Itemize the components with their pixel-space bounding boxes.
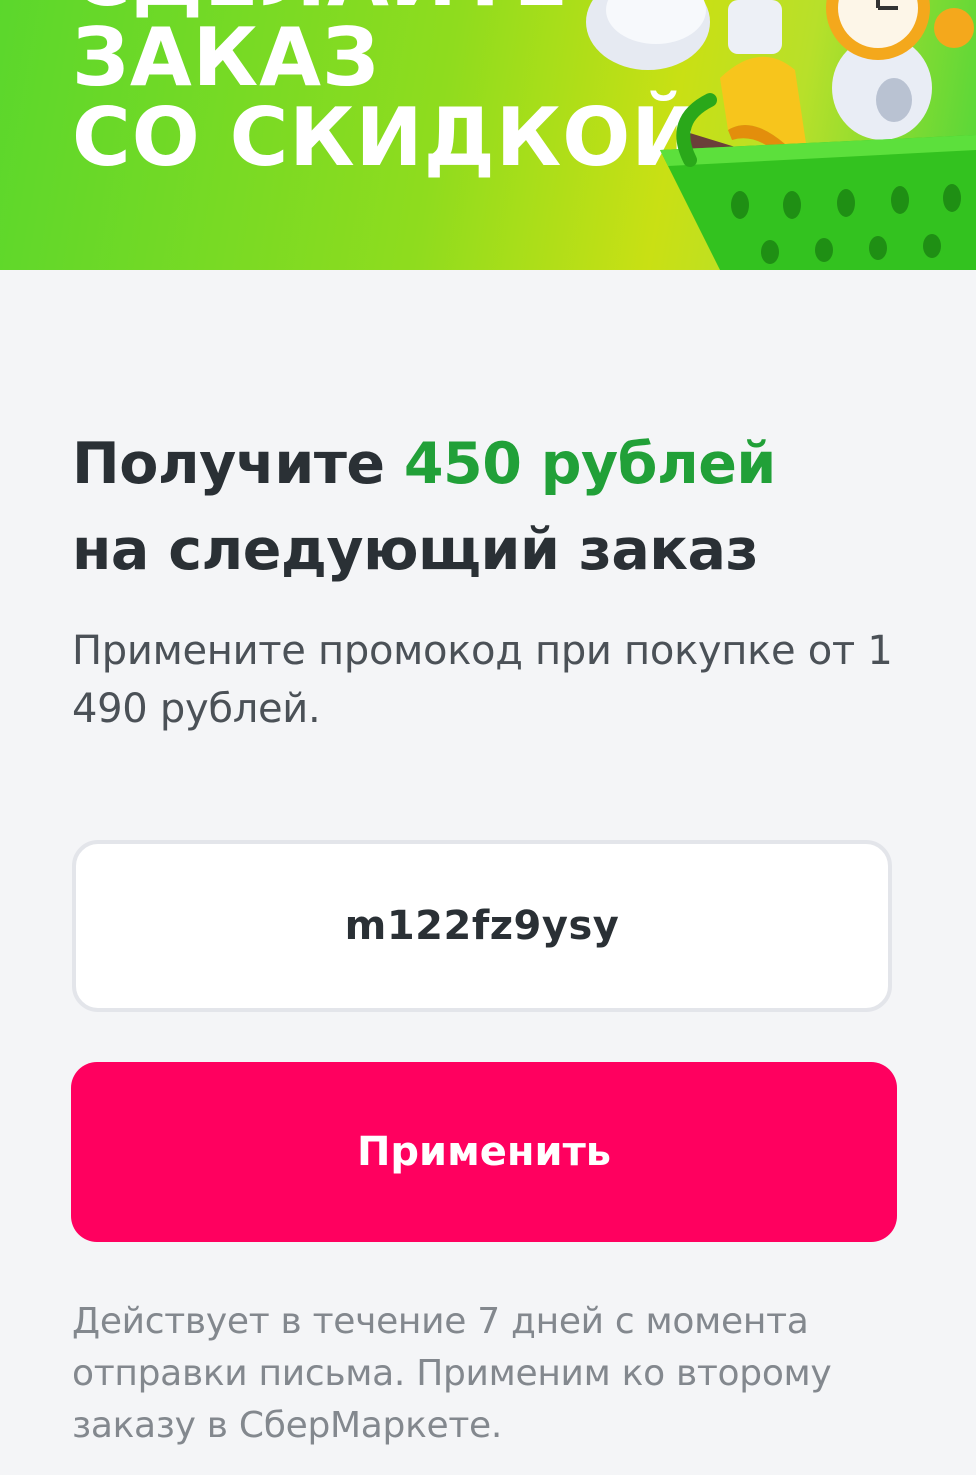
promo-code-field[interactable]: m122fz9ysy bbox=[72, 840, 892, 1012]
headline-suffix: на следующий заказ bbox=[72, 517, 759, 583]
headline-prefix: Получите bbox=[72, 431, 404, 497]
terms-footnote: Действует в течение 7 дней с момента отп… bbox=[72, 1301, 832, 1446]
white-block bbox=[728, 0, 782, 54]
promo-code-value[interactable]: m122fz9ysy bbox=[345, 903, 620, 949]
offer-headline: Получите 450 рублей на следующий заказ bbox=[72, 421, 902, 593]
promo-banner: СДЕЛАЙТЕ ЗАКАЗ СО СКИДКОЙ bbox=[0, 0, 976, 270]
offer-description: Примените промокод при покупке от 1 490 … bbox=[72, 628, 893, 732]
shopping-basket-illustration bbox=[586, 0, 976, 270]
ring-shape-hole bbox=[876, 78, 912, 122]
apply-button[interactable]: Применить bbox=[71, 1062, 897, 1242]
headline-amount: 450 рублей bbox=[403, 431, 776, 497]
